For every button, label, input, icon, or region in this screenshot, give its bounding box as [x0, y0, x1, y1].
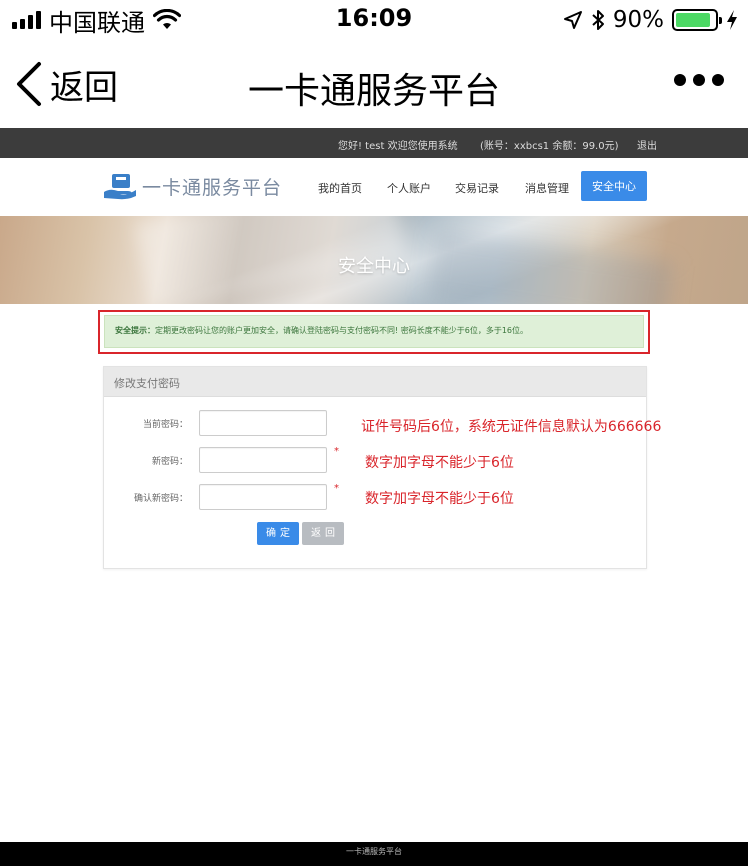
battery-icon	[672, 9, 722, 31]
current-password-hint: 证件号码后6位，系统无证件信息默认为666666	[361, 419, 662, 435]
menu-item-messages[interactable]: 消息管理	[525, 180, 569, 196]
bluetooth-icon	[592, 10, 604, 30]
site-footer: 一卡通服务平台	[0, 842, 748, 866]
notice-text: 定期更改密码让您的账户更加安全，请确认登陆密码与支付密码不同! 密码长度不能少于…	[155, 326, 529, 335]
battery-percent: 90%	[612, 7, 664, 33]
confirm-password-input[interactable]	[199, 484, 327, 510]
new-password-hint: 数字加字母不能少于6位	[365, 455, 514, 471]
change-password-panel: 修改支付密码 当前密码： 证件号码后6位，系统无证件信息默认为666666 新密…	[103, 366, 661, 569]
confirm-password-hint: 数字加字母不能少于6位	[365, 491, 514, 507]
status-bar: 中国联通 16:09 90%	[0, 0, 748, 40]
nav-bar: 返回 一卡通服务平台	[0, 40, 748, 128]
security-notice: 安全提示：定期更改密码让您的账户更加安全，请确认登陆密码与支付密码不同! 密码长…	[104, 315, 644, 348]
menu-item-transactions[interactable]: 交易记录	[455, 180, 499, 196]
panel-title: 修改支付密码	[104, 367, 646, 397]
location-arrow-icon	[563, 11, 582, 29]
new-password-input[interactable]	[199, 447, 327, 473]
nav-back-button[interactable]: 返回	[14, 60, 118, 108]
menu-item-security[interactable]: 安全中心	[581, 171, 647, 201]
back-button[interactable]: 返回	[302, 522, 344, 545]
current-password-label: 当前密码：	[142, 420, 188, 430]
confirm-password-required-mark: *	[334, 483, 339, 494]
menu-item-home[interactable]: 我的首页	[318, 180, 362, 196]
account-info: (账号：xxbcs1 余额：99.0元)	[480, 141, 619, 152]
confirm-password-label: 确认新密码：	[133, 494, 188, 504]
status-right: 90%	[563, 6, 738, 34]
nav-back-label: 返回	[50, 67, 118, 108]
battery-fill	[676, 13, 711, 27]
site-header: 一卡通服务平台 我的首页 个人账户 交易记录 消息管理 安全中心	[0, 158, 748, 216]
logout-link[interactable]: 退出	[637, 137, 657, 152]
more-dots-icon	[674, 74, 686, 86]
chevron-left-icon	[17, 62, 41, 106]
welcome-text: 您好! test 欢迎您使用系统	[338, 141, 458, 152]
notice-label: 安全提示：	[115, 326, 155, 335]
site-topbar: 您好! test 欢迎您使用系统 (账号：xxbcs1 余额：99.0元) 退出	[0, 128, 748, 158]
more-options-button[interactable]	[674, 74, 724, 86]
confirm-button[interactable]: 确定	[257, 522, 299, 545]
page-banner: 安全中心	[0, 216, 748, 304]
current-password-input[interactable]	[199, 410, 327, 436]
new-password-label: 新密码：	[151, 457, 188, 467]
new-password-required-mark: *	[334, 446, 339, 457]
menu-item-account[interactable]: 个人账户	[387, 180, 431, 196]
charging-bolt-icon	[727, 10, 737, 30]
main-menu: 我的首页 个人账户 交易记录 消息管理 安全中心	[0, 158, 748, 216]
banner-title: 安全中心	[338, 256, 410, 277]
